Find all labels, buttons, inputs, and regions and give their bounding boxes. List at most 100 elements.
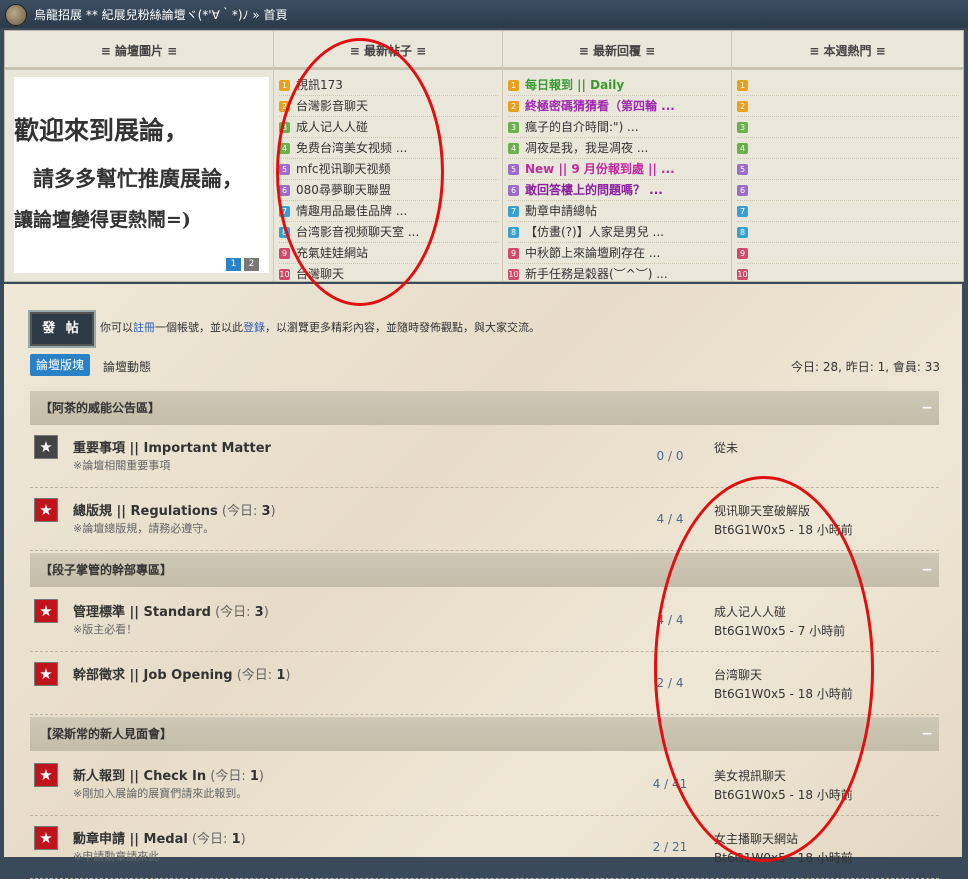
- last-post-author[interactable]: Bt6G1W0x5 - 18 小時前: [714, 521, 853, 540]
- list-item-title[interactable]: 台湾影音视频聊天室 ...: [296, 225, 419, 239]
- last-post-title-link[interactable]: 女主播聊天網站: [714, 830, 853, 849]
- list-item-title[interactable]: New || 9 月份報到處 || ...: [525, 162, 675, 176]
- category-title[interactable]: 【梁斯常的新人見面會】: [40, 717, 172, 751]
- list-item-title[interactable]: 勳章申請總帖: [525, 204, 597, 218]
- list-item-title[interactable]: 視訊173: [296, 78, 343, 92]
- rank-number-icon: 10: [279, 269, 290, 280]
- forum-title[interactable]: 勳章申請 || Medal (今日: 1): [73, 828, 246, 847]
- list-item-title[interactable]: 台灣影音聊天: [296, 99, 368, 113]
- last-post-title-link[interactable]: 成人记人人碰: [714, 603, 845, 622]
- collapse-icon[interactable]: −: [921, 553, 933, 587]
- list-item-title[interactable]: mfc视讯聊天视频: [296, 162, 391, 176]
- list-item[interactable]: 8 【仿畫(?)】人家是男兒 ...: [508, 222, 727, 243]
- forum-title[interactable]: 總版規 || Regulations (今日: 3): [73, 500, 276, 519]
- register-link[interactable]: 註冊: [133, 321, 155, 334]
- rank-number-icon: 1: [508, 80, 519, 91]
- list-item[interactable]: 7: [737, 201, 959, 222]
- list-item[interactable]: 3 成人记人人碰: [279, 117, 498, 138]
- list-item[interactable]: 10 台灣聊天: [279, 264, 498, 285]
- forum-name-link[interactable]: 重要事項 || Important Matter: [73, 441, 271, 456]
- last-post-title-link[interactable]: 台湾聊天: [714, 666, 853, 685]
- forum-star-icon: ★: [34, 826, 58, 850]
- last-post-title-link[interactable]: 视讯聊天室破解版: [714, 502, 853, 521]
- list-item[interactable]: 9 充氣娃娃網站: [279, 243, 498, 264]
- banner-page-2-button[interactable]: 2: [244, 258, 259, 271]
- forum-name-link[interactable]: 勳章申請 || Medal: [73, 832, 188, 847]
- rank-number-icon: 9: [279, 248, 290, 259]
- last-post-author[interactable]: Bt6G1W0x5 - 18 小時前: [714, 849, 853, 868]
- list-item[interactable]: 10 新手任務是穀器(︶^︶) ...: [508, 264, 727, 285]
- list-item-title[interactable]: 免费台湾美女视频 ...: [296, 141, 407, 155]
- list-item-title[interactable]: 台灣聊天: [296, 267, 344, 281]
- list-item[interactable]: 1: [737, 75, 959, 96]
- list-item[interactable]: 8 台湾影音视频聊天室 ...: [279, 222, 498, 243]
- list-item-title[interactable]: 終極密碼猜猜看（第四輪 ...: [525, 99, 675, 113]
- forum-title[interactable]: 幹部徵求 || Job Opening (今日: 1): [73, 664, 290, 683]
- forum-name-link[interactable]: 新人報到 || Check In: [73, 769, 206, 784]
- category-title[interactable]: 【段子掌管的幹部專區】: [40, 553, 172, 587]
- list-item-title[interactable]: 瘋子的自介時間:") ...: [525, 120, 639, 134]
- list-item-title[interactable]: 080尋夢聊天聯盟: [296, 183, 391, 197]
- list-item[interactable]: 1 每日報到 || Daily: [508, 75, 727, 96]
- list-item[interactable]: 2: [737, 96, 959, 117]
- collapse-icon[interactable]: −: [921, 391, 933, 425]
- list-item-title[interactable]: 情趣用品最佳品牌 ...: [296, 204, 407, 218]
- forum-name-link[interactable]: 管理標準 || Standard: [73, 605, 211, 620]
- list-item-title[interactable]: 成人记人人碰: [296, 120, 368, 134]
- list-item[interactable]: 6 敢回答樓上的問題嗎？ ...: [508, 180, 727, 201]
- forum-title[interactable]: 新人報到 || Check In (今日: 1): [73, 765, 264, 784]
- last-post-author[interactable]: Bt6G1W0x5 - 7 小時前: [714, 622, 845, 641]
- list-item-title[interactable]: 充氣娃娃網站: [296, 246, 368, 260]
- last-post-title-link[interactable]: 美女視訊聊天: [714, 767, 853, 786]
- list-item[interactable]: 5: [737, 159, 959, 180]
- list-item[interactable]: 4 凋夜是我，我是凋夜 ...: [508, 138, 727, 159]
- collapse-icon[interactable]: −: [921, 717, 933, 751]
- post-button[interactable]: 發 帖: [30, 312, 94, 346]
- forum-title[interactable]: 管理標準 || Standard (今日: 3): [73, 601, 269, 620]
- forum-title[interactable]: 重要事項 || Important Matter: [73, 437, 271, 456]
- list-item[interactable]: 10: [737, 264, 959, 285]
- list-item[interactable]: 5 mfc视讯聊天视频: [279, 159, 498, 180]
- list-item[interactable]: 1 視訊173: [279, 75, 498, 96]
- list-item-title[interactable]: 敢回答樓上的問題嗎？ ...: [525, 183, 663, 197]
- top-bar: 烏龍招展 ** 紀展兒粉絲論壇ヾ(*'∀｀*)ﾉ » 首頁: [0, 0, 968, 28]
- tab-forum-activity[interactable]: 論壇動態: [103, 358, 151, 375]
- list-item[interactable]: 5 New || 9 月份報到處 || ...: [508, 159, 727, 180]
- list-item[interactable]: 3: [737, 117, 959, 138]
- forum-name-link[interactable]: 總版規 || Regulations: [73, 504, 218, 519]
- list-item[interactable]: 2 台灣影音聊天: [279, 96, 498, 117]
- breadcrumb[interactable]: 烏龍招展 ** 紀展兒粉絲論壇ヾ(*'∀｀*)ﾉ » 首頁: [34, 6, 287, 23]
- list-item[interactable]: 6: [737, 180, 959, 201]
- list-item-title[interactable]: 凋夜是我，我是凋夜 ...: [525, 141, 648, 155]
- welcome-banner[interactable]: 歡迎來到展論， 請多多幫忙推廣展論， 讓論壇變得更熱鬧=) 1 2: [14, 77, 269, 273]
- list-item[interactable]: 6 080尋夢聊天聯盟: [279, 180, 498, 201]
- last-post-author[interactable]: Bt6G1W0x5 - 18 小時前: [714, 786, 853, 805]
- list-item-title[interactable]: 【仿畫(?)】人家是男兒 ...: [525, 225, 664, 239]
- site-logo-icon[interactable]: [5, 4, 27, 26]
- list-item[interactable]: 4 免费台湾美女视频 ...: [279, 138, 498, 159]
- list-item[interactable]: 9 中秋節上來論壇刷存在 ...: [508, 243, 727, 264]
- last-post-author[interactable]: Bt6G1W0x5 - 18 小時前: [714, 685, 853, 704]
- list-item[interactable]: 8: [737, 222, 959, 243]
- rank-number-icon: 2: [279, 101, 290, 112]
- latest-posts-column: ≡ 最新帖子 ≡ 1 視訊173 2 台灣影音聊天 3 成人记人人碰 4 免费台湾美女视频 .…: [274, 31, 503, 285]
- list-item-title[interactable]: 新手任務是穀器(︶^︶) ...: [525, 267, 668, 281]
- list-item[interactable]: 3 瘋子的自介時間:") ...: [508, 117, 727, 138]
- category-title[interactable]: 【阿茶的威能公告區】: [40, 391, 160, 425]
- login-link[interactable]: 登錄: [243, 321, 265, 334]
- banner-page-1-button[interactable]: 1: [226, 258, 241, 271]
- list-item[interactable]: 9: [737, 243, 959, 264]
- latest-replies-list: 1 每日報到 || Daily 2 終極密碼猜猜看（第四輪 ... 3 瘋子的自介時間:"…: [508, 75, 727, 285]
- list-item-title[interactable]: 中秋節上來論壇刷存在 ...: [525, 246, 660, 260]
- rank-number-icon: 4: [279, 143, 290, 154]
- forum-row: ★ 幹部徵求 || Job Opening (今日: 1) 2 / 4 台湾聊天 Bt6…: [30, 652, 939, 715]
- list-item-title[interactable]: 每日報到 || Daily: [525, 78, 624, 92]
- tab-forum-index[interactable]: 論壇版塊: [30, 354, 90, 376]
- rank-number-icon: 9: [737, 248, 748, 259]
- list-item[interactable]: 4: [737, 138, 959, 159]
- last-post-title-link[interactable]: 從未: [714, 439, 738, 458]
- list-item[interactable]: 7 情趣用品最佳品牌 ...: [279, 201, 498, 222]
- list-item[interactable]: 7 勳章申請總帖: [508, 201, 727, 222]
- list-item[interactable]: 2 終極密碼猜猜看（第四輪 ...: [508, 96, 727, 117]
- forum-name-link[interactable]: 幹部徵求 || Job Opening: [73, 668, 233, 683]
